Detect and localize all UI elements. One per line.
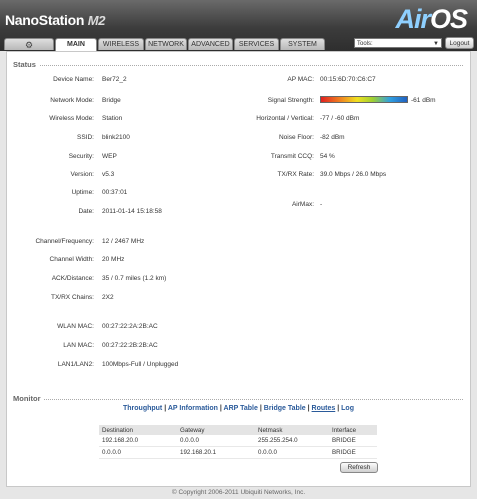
column-header: Destination — [99, 425, 177, 435]
link-separator: | — [307, 405, 310, 412]
transmit-ccq-label: Transmit CCQ: — [270, 153, 314, 160]
uptime-value: 00:37:01 — [102, 189, 128, 196]
monitor-section-title: Monitor — [13, 394, 41, 403]
airmax-label: AirMax: — [291, 201, 314, 208]
channel-frequency-label: Channel/Frequency: — [35, 238, 94, 245]
routes-table: Destination Gateway Netmask Interface 19… — [99, 425, 377, 459]
refresh-button[interactable]: Refresh — [340, 462, 378, 473]
tools-select[interactable]: Tools: ▼ — [354, 38, 442, 48]
signal-strength-value: -61 dBm — [411, 97, 436, 104]
product-brand: NanoStation M2 — [5, 12, 106, 28]
ssid-value: blink2100 — [102, 134, 130, 141]
ap-mac-label: AP MAC: — [287, 76, 314, 83]
lan-mac-label: LAN MAC: — [63, 342, 94, 349]
table-cell: 192.168.20.1 — [177, 446, 255, 459]
main-tabs: ⚙ MAIN WIRELESS NETWORK ADVANCED SERVICE… — [4, 38, 326, 51]
wlan-mac-value: 00:27:22:2A:2B:AC — [102, 323, 158, 330]
uptime-label: Uptime: — [71, 189, 94, 196]
lan-mac-value: 00:27:22:2B:2B:AC — [102, 342, 158, 349]
link-routes[interactable]: Routes — [312, 405, 336, 412]
link-separator: | — [259, 405, 262, 412]
tools-select-value: Tools: — [357, 41, 373, 47]
link-arp-table[interactable]: ARP Table — [224, 405, 258, 412]
device-name-value: Ber72_2 — [102, 76, 127, 83]
version-value: v5.3 — [102, 171, 115, 178]
tab-ubiquiti-logo[interactable]: ⚙ — [4, 38, 54, 50]
link-separator: | — [337, 405, 340, 412]
table-header-row: Destination Gateway Netmask Interface — [99, 425, 377, 435]
lan-ports-label: LAN1/LAN2: — [57, 361, 94, 368]
table-cell: 0.0.0.0 — [177, 435, 255, 447]
airmax-value: - — [320, 201, 323, 208]
date-value: 2011-01-14 15:18:58 — [102, 208, 162, 215]
wireless-mode-label: Wireless Mode: — [49, 115, 94, 122]
table-cell: 0.0.0.0 — [99, 446, 177, 459]
channel-frequency-value: 12 / 2467 MHz — [102, 238, 145, 245]
ack-distance-label: ACK/Distance: — [51, 275, 94, 282]
version-label: Version: — [70, 171, 95, 178]
airos-logo: AirOS — [395, 4, 468, 35]
noise-floor-value: -82 dBm — [320, 134, 345, 141]
channel-width-value: 20 MHz — [102, 256, 125, 263]
table-row: 192.168.20.0 0.0.0.0 255.255.254.0 BRIDG… — [99, 435, 377, 447]
monitor-divider — [44, 399, 463, 400]
ap-mac-value: 00:15:6D:70:C6:C7 — [320, 76, 376, 83]
table-cell: BRIDGE — [329, 446, 377, 459]
column-header: Netmask — [255, 425, 329, 435]
wlan-mac-label: WLAN MAC: — [57, 323, 94, 330]
transmit-ccq-value: 54 % — [320, 153, 335, 160]
tab-services[interactable]: SERVICES — [234, 38, 279, 50]
channel-width-label: Channel Width: — [49, 256, 94, 263]
table-cell: 192.168.20.0 — [99, 435, 177, 447]
noise-floor-label: Noise Floor: — [278, 134, 314, 141]
signal-strength-label: Signal Strength: — [267, 97, 314, 104]
tab-network[interactable]: NETWORK — [145, 38, 187, 50]
copyright-footer: © Copyright 2006-2011 Ubiquiti Networks,… — [171, 489, 306, 496]
logout-button[interactable]: Logout — [445, 37, 474, 49]
tab-system[interactable]: SYSTEM — [280, 38, 325, 50]
brand-name: NanoStation — [5, 12, 85, 28]
tab-main[interactable]: MAIN — [55, 38, 97, 51]
wireless-mode-value: Station — [102, 115, 123, 122]
lan-ports-value: 100Mbps-Full / Unplugged — [102, 361, 179, 368]
column-header: Gateway — [177, 425, 255, 435]
security-label: Security: — [68, 153, 94, 160]
table-cell: 255.255.254.0 — [255, 435, 329, 447]
table-row: 0.0.0.0 192.168.20.1 0.0.0.0 BRIDGE — [99, 446, 377, 459]
link-separator: | — [219, 405, 222, 412]
horizontal-vertical-label: Horizontal / Vertical: — [256, 115, 314, 122]
status-divider — [40, 65, 463, 66]
link-ap-information[interactable]: AP Information — [168, 405, 218, 412]
tab-advanced[interactable]: ADVANCED — [188, 38, 233, 50]
network-mode-label: Network Mode: — [50, 97, 94, 104]
txrx-chains-value: 2X2 — [102, 294, 114, 301]
ssid-label: SSID: — [77, 134, 94, 141]
table-cell: 0.0.0.0 — [255, 446, 329, 459]
link-separator: | — [164, 405, 167, 412]
logo-os-text: OS — [429, 4, 468, 34]
link-throughput[interactable]: Throughput — [123, 405, 162, 412]
link-bridge-table[interactable]: Bridge Table — [264, 405, 306, 412]
txrx-rate-label: TX/RX Rate: — [277, 171, 314, 178]
monitor-links: Throughput | AP Information | ARP Table … — [0, 405, 477, 412]
security-value: WEP — [102, 153, 117, 160]
table-cell: BRIDGE — [329, 435, 377, 447]
txrx-rate-value: 39.0 Mbps / 26.0 Mbps — [320, 171, 387, 178]
horizontal-vertical-value: -77 / -60 dBm — [320, 115, 360, 122]
network-mode-value: Bridge — [102, 97, 121, 104]
signal-strength-bar — [320, 96, 408, 103]
txrx-chains-label: TX/RX Chains: — [51, 294, 94, 301]
logo-air-text: Air — [395, 4, 431, 34]
column-header: Interface — [329, 425, 377, 435]
ack-distance-value: 35 / 0.7 miles (1.2 km) — [102, 275, 167, 282]
brand-model: M2 — [87, 13, 106, 28]
device-name-label: Device Name: — [53, 76, 94, 83]
chevron-down-icon: ▼ — [433, 41, 439, 47]
link-log[interactable]: Log — [341, 405, 354, 412]
ubiquiti-logo-icon: ⚙ — [24, 40, 34, 50]
status-section-title: Status — [13, 60, 36, 69]
date-label: Date: — [78, 208, 94, 215]
tab-wireless[interactable]: WIRELESS — [98, 38, 144, 50]
